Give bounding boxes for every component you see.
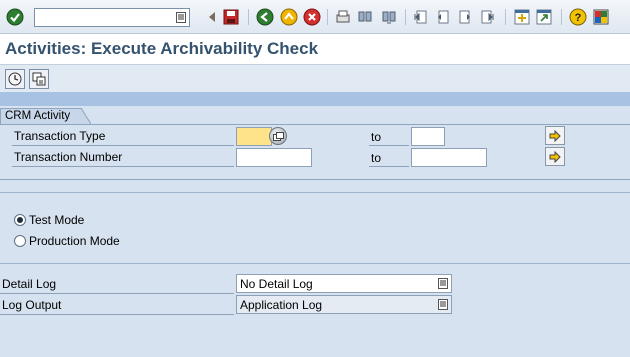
label-underline — [12, 166, 234, 167]
find-next-icon[interactable] — [380, 8, 398, 26]
application-toolbar — [0, 64, 630, 92]
command-field[interactable] — [34, 8, 190, 27]
get-variant-button[interactable] — [29, 69, 49, 89]
enter-icon[interactable] — [6, 8, 24, 26]
mode-frame — [0, 192, 630, 264]
detail-log-dropdown[interactable]: No Detail Log — [236, 274, 452, 293]
label-underline — [369, 145, 409, 146]
svg-text:?: ? — [575, 12, 582, 24]
command-input[interactable] — [35, 9, 171, 26]
separator — [327, 9, 328, 25]
back-icon[interactable] — [256, 8, 274, 26]
separator — [248, 9, 249, 25]
toolbar-divider — [0, 92, 630, 106]
log-output-value: Application Log — [240, 298, 323, 312]
frame-tab: CRM Activity — [0, 108, 91, 124]
save-icon[interactable] — [222, 8, 240, 26]
help-icon[interactable]: ? — [569, 8, 587, 26]
back-triangle-icon[interactable] — [204, 8, 222, 26]
multiple-selection-button[interactable] — [545, 126, 565, 145]
test-mode-radio[interactable] — [14, 214, 26, 226]
production-mode-label: Production Mode — [29, 234, 120, 248]
print-icon[interactable] — [334, 8, 352, 26]
transaction-number-to-input[interactable] — [411, 148, 487, 167]
first-page-icon[interactable] — [412, 8, 430, 26]
log-output-dropdown[interactable]: Application Log — [236, 295, 452, 314]
value-help-button[interactable] — [269, 127, 287, 145]
frame-tab-corner — [81, 108, 91, 124]
arrow-right-icon — [549, 130, 561, 142]
cancel-icon[interactable] — [303, 8, 321, 26]
customize-layout-icon[interactable] — [592, 8, 610, 26]
detail-log-label: Detail Log — [2, 277, 57, 291]
separator — [405, 9, 406, 25]
title-bar: Activities: Execute Archivability Check — [0, 34, 630, 64]
frame-title: CRM Activity — [5, 110, 71, 122]
transaction-type-from-field[interactable] — [237, 128, 271, 145]
label-underline — [0, 314, 234, 315]
find-icon[interactable] — [356, 8, 374, 26]
last-page-icon[interactable] — [478, 8, 496, 26]
dropdown-icon[interactable] — [438, 299, 448, 310]
transaction-type-from-input[interactable] — [236, 127, 272, 146]
new-session-icon[interactable] — [513, 8, 531, 26]
transaction-number-to-label: to — [371, 151, 382, 165]
separator — [505, 9, 506, 25]
transaction-number-to-field[interactable] — [412, 149, 486, 166]
transaction-number-from-field[interactable] — [237, 149, 311, 166]
dropdown-icon[interactable] — [438, 278, 448, 289]
dropdown-icon[interactable] — [176, 12, 186, 23]
detail-log-value: No Detail Log — [240, 277, 313, 291]
transaction-type-to-field[interactable] — [412, 128, 444, 145]
label-underline — [12, 145, 234, 146]
transaction-type-label: Transaction Type — [14, 129, 106, 143]
transaction-number-label: Transaction Number — [14, 150, 123, 164]
label-underline — [0, 293, 234, 294]
previous-page-icon[interactable] — [434, 8, 452, 26]
system-toolbar: ? — [0, 0, 630, 34]
multiple-selection-button[interactable] — [545, 147, 565, 166]
execute-button[interactable] — [5, 69, 25, 89]
shortcut-icon[interactable] — [535, 8, 553, 26]
get-variant-icon — [32, 72, 46, 86]
label-underline — [369, 166, 409, 167]
page-title: Activities: Execute Archivability Check — [5, 39, 319, 58]
separator — [561, 9, 562, 25]
test-mode-label: Test Mode — [29, 213, 85, 227]
transaction-type-to-label: to — [371, 130, 382, 144]
arrow-right-icon — [549, 151, 561, 163]
execute-icon — [8, 72, 22, 86]
exit-icon[interactable] — [280, 8, 298, 26]
log-output-label: Log Output — [2, 298, 62, 312]
transaction-type-to-input[interactable] — [411, 127, 445, 146]
value-help-icon — [273, 132, 284, 141]
transaction-number-from-input[interactable] — [236, 148, 312, 167]
next-page-icon[interactable] — [456, 8, 474, 26]
production-mode-radio[interactable] — [14, 235, 26, 247]
